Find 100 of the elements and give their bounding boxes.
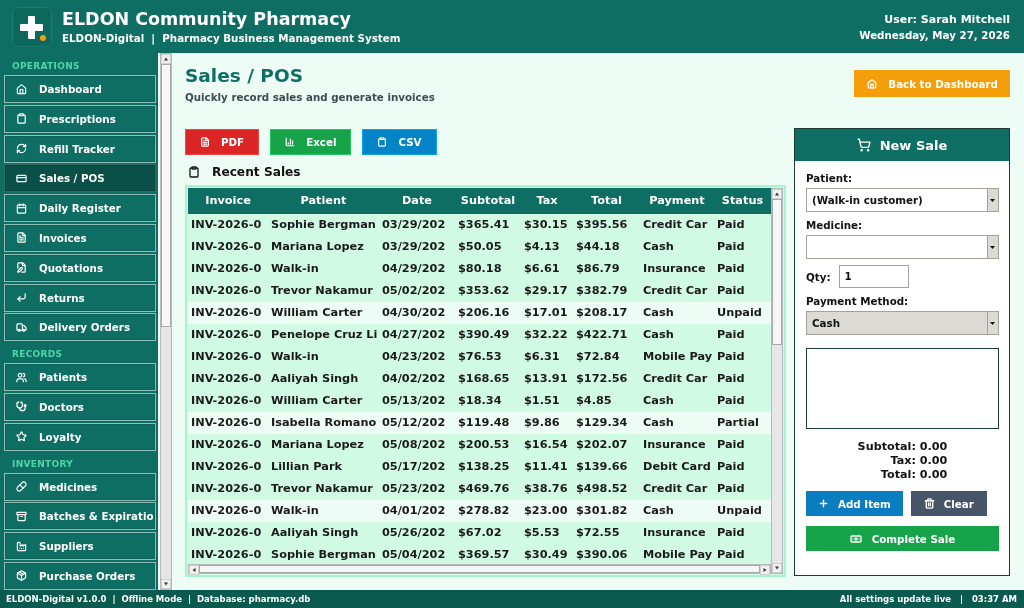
sidebar-item[interactable]: Purchase Orders xyxy=(4,561,156,590)
sidebar-item[interactable]: Delivery Orders xyxy=(4,313,156,342)
scrollbar-thumb[interactable] xyxy=(199,565,760,573)
current-date: Wednesday, May 27, 2026 xyxy=(859,28,1010,42)
sidebar-item[interactable]: Prescriptions xyxy=(4,104,156,133)
scrollbar-thumb[interactable] xyxy=(772,199,782,345)
cart-items-list[interactable] xyxy=(806,348,999,429)
home-icon xyxy=(867,78,878,89)
sidebar-item[interactable]: Batches & Expiratio xyxy=(4,502,156,531)
sidebar-item[interactable]: Doctors xyxy=(4,392,156,421)
table-cell-text: Mariana Lopez xyxy=(270,437,365,453)
table-cell-text: $16.54 xyxy=(523,437,569,453)
dropdown-field[interactable]: Cash xyxy=(806,311,999,335)
table-cell-text: Walk-in xyxy=(270,503,320,519)
sidebar-item[interactable]: Suppliers xyxy=(4,532,156,561)
column-header[interactable]: Date xyxy=(379,188,455,214)
export-button[interactable]: CSV xyxy=(362,129,437,155)
table-cell-text: $6.61 xyxy=(523,261,561,277)
table-cell-text: Cash xyxy=(642,305,675,321)
export-button[interactable]: Excel xyxy=(270,129,352,155)
table-cell-text: $72.84 xyxy=(575,349,621,365)
dropdown-arrow-icon[interactable] xyxy=(987,312,998,334)
column-header[interactable]: Invoice xyxy=(188,188,268,214)
table-cell-text: Paid xyxy=(716,217,746,233)
star-icon xyxy=(16,431,27,443)
card-icon xyxy=(16,172,27,184)
table-cell-text: $4.85 xyxy=(575,393,613,409)
table-cell-text: $1.51 xyxy=(523,393,561,409)
sidebar-item[interactable]: Daily Register xyxy=(4,194,156,223)
sidebar-item[interactable]: Invoices xyxy=(4,224,156,252)
table-cell-text: 05/08/202 xyxy=(381,437,447,453)
arrow-left-icon[interactable] xyxy=(189,565,199,575)
app-subtitle: ELDON-Digital | Pharmacy Business Management System xyxy=(62,31,401,45)
add-item-button[interactable]: Add Item xyxy=(806,491,903,516)
table-cell-text: Trevor Nakamur xyxy=(270,283,374,299)
sidebar-item[interactable]: Quotations xyxy=(4,253,156,282)
home-icon xyxy=(16,83,27,95)
column-header[interactable]: Status xyxy=(714,188,771,214)
column-header[interactable]: Subtotal xyxy=(455,188,521,214)
arrow-up-icon[interactable] xyxy=(161,54,171,64)
arrow-up-icon[interactable] xyxy=(772,189,782,199)
table-cell-text: $38.76 xyxy=(523,481,569,497)
table-cell-text: 04/30/202 xyxy=(381,305,447,321)
clipboard-icon xyxy=(377,137,388,147)
quantity-field[interactable]: 1 xyxy=(838,265,909,288)
sidebar-item[interactable]: Dashboard xyxy=(4,75,156,103)
arrow-right-icon[interactable] xyxy=(760,565,770,575)
table-cell-text: INV-2026-0 xyxy=(190,239,263,255)
table-cell-text: INV-2026-0 xyxy=(190,261,263,277)
clear-button[interactable]: Clear xyxy=(910,491,987,516)
table-cell-text: $86.79 xyxy=(575,261,621,277)
table-row[interactable]: INV-2026-0 Walk-in 04/01/202 $278.82 $23.00 $301.82 Cash Unpaid xyxy=(188,500,771,522)
table-cell-text: $168.65 xyxy=(457,371,511,387)
table-cell-text: Credit Car xyxy=(642,217,709,233)
table-cell-text: 04/02/202 xyxy=(381,371,447,387)
table-cell-text: Cash xyxy=(642,239,675,255)
plus-icon xyxy=(818,498,829,509)
horizontal-scrollbar[interactable] xyxy=(188,564,771,574)
vertical-scrollbar[interactable] xyxy=(771,188,783,574)
section-label: OPERATIONS xyxy=(11,60,81,73)
dropdown-field[interactable] xyxy=(806,235,999,259)
table-cell-text: INV-2026-0 xyxy=(190,305,263,321)
column-header[interactable]: Payment xyxy=(640,188,714,214)
table-cell-text: $6.31 xyxy=(523,349,561,365)
total-text: Tax: 0.00 xyxy=(890,454,948,468)
arrow-down-icon[interactable] xyxy=(772,563,782,573)
sidebar-item[interactable]: Medicines xyxy=(4,472,156,501)
status-text: All settings update live | 03:37 AM xyxy=(839,594,1017,604)
export-button[interactable]: PDF xyxy=(185,129,260,155)
arrow-down-icon[interactable] xyxy=(161,579,171,589)
table-row[interactable]: INV-2026-0 William Carter 04/30/202 $206.16 $17.01 $208.17 Cash Unpaid xyxy=(188,302,771,324)
table-cell-text: $119.48 xyxy=(457,415,511,431)
column-header[interactable]: Patient xyxy=(268,188,379,214)
table-cell-text: Credit Car xyxy=(642,371,709,387)
table-cell-text: William Carter xyxy=(270,305,364,321)
table-cell-text: William Carter xyxy=(270,393,364,409)
sidebar-item[interactable]: Patients xyxy=(4,363,156,392)
dropdown-field[interactable]: (Walk-in customer) xyxy=(806,188,999,212)
column-header[interactable]: Total xyxy=(573,188,640,214)
sidebar-item[interactable]: Returns xyxy=(4,283,156,312)
table-cell-text: $30.15 xyxy=(523,217,569,233)
table-cell-text: $395.56 xyxy=(575,217,629,233)
column-header[interactable]: Tax xyxy=(521,188,573,214)
field-label: Qty: xyxy=(806,269,831,284)
table-cell-text: $32.22 xyxy=(523,327,569,343)
table-cell-text: Paid xyxy=(716,437,746,453)
panel-title: New Sale xyxy=(879,137,948,153)
table-cell-text: Credit Car xyxy=(642,283,709,299)
complete-sale-button[interactable]: Complete Sale xyxy=(806,526,999,551)
table-cell-text: INV-2026-0 xyxy=(190,415,263,431)
sidebar-item[interactable]: Sales / POS xyxy=(4,164,156,193)
field-label: Patient: xyxy=(806,171,854,185)
scrollbar-thumb[interactable] xyxy=(161,64,171,327)
sidebar-item[interactable]: Loyalty xyxy=(4,422,156,451)
status-text: ELDON-Digital v1.0.0 | Offline Mode | Database: pharmacy.db xyxy=(6,594,311,604)
table-cell-text: INV-2026-0 xyxy=(190,503,263,519)
vertical-scrollbar[interactable] xyxy=(160,53,172,590)
table-cell-text: INV-2026-0 xyxy=(190,349,263,365)
table-row[interactable]: INV-2026-0 Isabella Romano 05/12/202 $119.48 $9.86 $129.34 Cash Partial xyxy=(188,412,771,434)
sidebar-item[interactable]: Refill Tracker xyxy=(4,134,156,163)
